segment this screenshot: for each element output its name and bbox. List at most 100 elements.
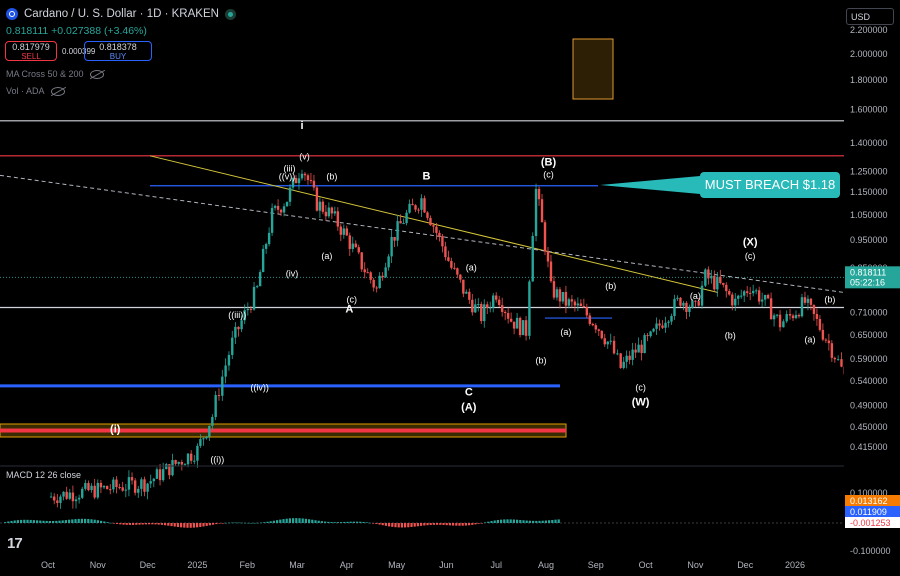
currency-selector[interactable]: USD [846,8,894,25]
candle-body [193,460,196,462]
macd-histogram-bar [52,520,55,523]
macd-histogram-bar [279,519,282,523]
candle-body [279,209,283,213]
macd-histogram-bar [352,521,355,523]
macd-histogram-bar [26,519,29,523]
price-tick-label: 1.600000 [850,105,888,115]
candle-body [670,315,673,322]
candle-body [570,299,574,302]
buy-button[interactable]: 0.818378 BUY [84,41,152,61]
macd-histogram-bar [298,518,301,523]
candle-body [447,257,450,261]
macd-histogram-bar [93,519,96,523]
macd-histogram-bar [20,519,23,523]
indicator-vol-label: Vol · ADA [6,86,45,96]
symbol-header[interactable]: Cardano / U. S. Dollar · 1D · KRAKEN [6,8,236,20]
sell-button[interactable]: 0.817979 SELL [5,41,57,61]
macd-histogram-bar [506,519,509,523]
candle-body [682,302,685,306]
candle-body [512,321,516,329]
macd-histogram-bar [314,520,317,523]
macd-histogram-bar [7,521,10,523]
macd-histogram-bar [138,523,141,525]
candle-body [772,315,776,320]
macd-histogram-bar [74,519,77,523]
macd-histogram-bar [324,521,327,523]
candle-body [462,279,465,294]
candle-body [133,480,137,493]
macd-histogram-bar [45,520,48,523]
macd-histogram-bar [368,522,371,524]
candle-body [231,337,234,355]
time-tick-label: 2026 [785,560,805,570]
macd-histogram-bar [407,523,410,528]
macd-value-label: 0.013162 [850,496,888,506]
candle-body [543,222,547,252]
macd-histogram-bar [445,523,448,526]
candle-body [345,228,348,236]
macd-histogram-bar [256,522,259,524]
eye-off-icon[interactable] [50,86,65,96]
macd-histogram-bar [164,523,167,526]
candle-body [297,178,301,184]
macd-histogram-bar [288,518,291,523]
candle-body [93,485,96,498]
macd-histogram-bar [64,520,67,523]
candle-body [189,453,193,461]
candle-body [258,272,262,287]
candle-body [118,486,121,488]
macd-histogram-bar [282,519,285,523]
candle-body [62,491,65,497]
macd-histogram-bar [474,523,477,525]
candle-body [631,349,634,360]
candle-body [818,318,822,330]
candle-body [688,307,691,312]
indicator-ma-cross[interactable]: MA Cross 50 & 200 [6,69,104,79]
candle-body [87,483,90,491]
wave-label: (A) [461,402,477,414]
indicator-volume[interactable]: Vol · ADA [6,86,65,96]
candle-body [716,276,719,290]
macd-histogram-bar [292,518,295,523]
candle-body [351,243,354,249]
candle-body [809,298,813,305]
price-tick-label: 0.950000 [850,235,888,245]
wave-label: ((i)) [210,455,224,465]
candle-body [836,359,840,361]
candle-body [821,329,825,340]
price-chart[interactable]: i(v)((v))(iii)(b) B(a)(iv)(c)A((iii))((iv… [0,0,900,576]
candle-body [588,315,592,324]
candle-body [309,180,313,182]
wave-label: (iv) [286,269,299,279]
macd-histogram-bar [295,518,298,523]
macd-value-label: -0.001253 [850,518,891,528]
descending-trendline[interactable] [149,155,719,293]
candle-body [579,303,583,307]
macd-histogram-bar [266,521,269,523]
macd-histogram-bar [272,520,275,523]
macd-histogram-bar [301,518,304,523]
target-zone-box[interactable] [572,38,614,100]
macd-histogram-bar [439,523,442,525]
macd-histogram-bar [397,523,400,528]
macd-histogram-bar [365,522,368,523]
macd-legend[interactable]: MACD 12 26 close [6,470,81,480]
tradingview-logo[interactable]: 17 [7,535,23,552]
market-open-icon [224,8,236,20]
macd-histogram-bar [247,522,250,524]
candle-body [112,479,115,490]
candle-body [468,291,471,300]
candle-body [81,488,84,498]
macd-histogram-bar [180,523,183,528]
candle-body [585,307,589,316]
candle-body [420,198,423,210]
macd-histogram-bar [336,522,339,523]
eye-off-icon[interactable] [89,69,104,79]
candle-body [174,460,177,464]
candle-body [423,198,426,213]
candle-body [140,479,143,489]
candle-body [384,267,387,278]
candle-body [387,256,390,268]
time-tick-label: May [388,560,406,570]
candle-body [521,320,525,336]
